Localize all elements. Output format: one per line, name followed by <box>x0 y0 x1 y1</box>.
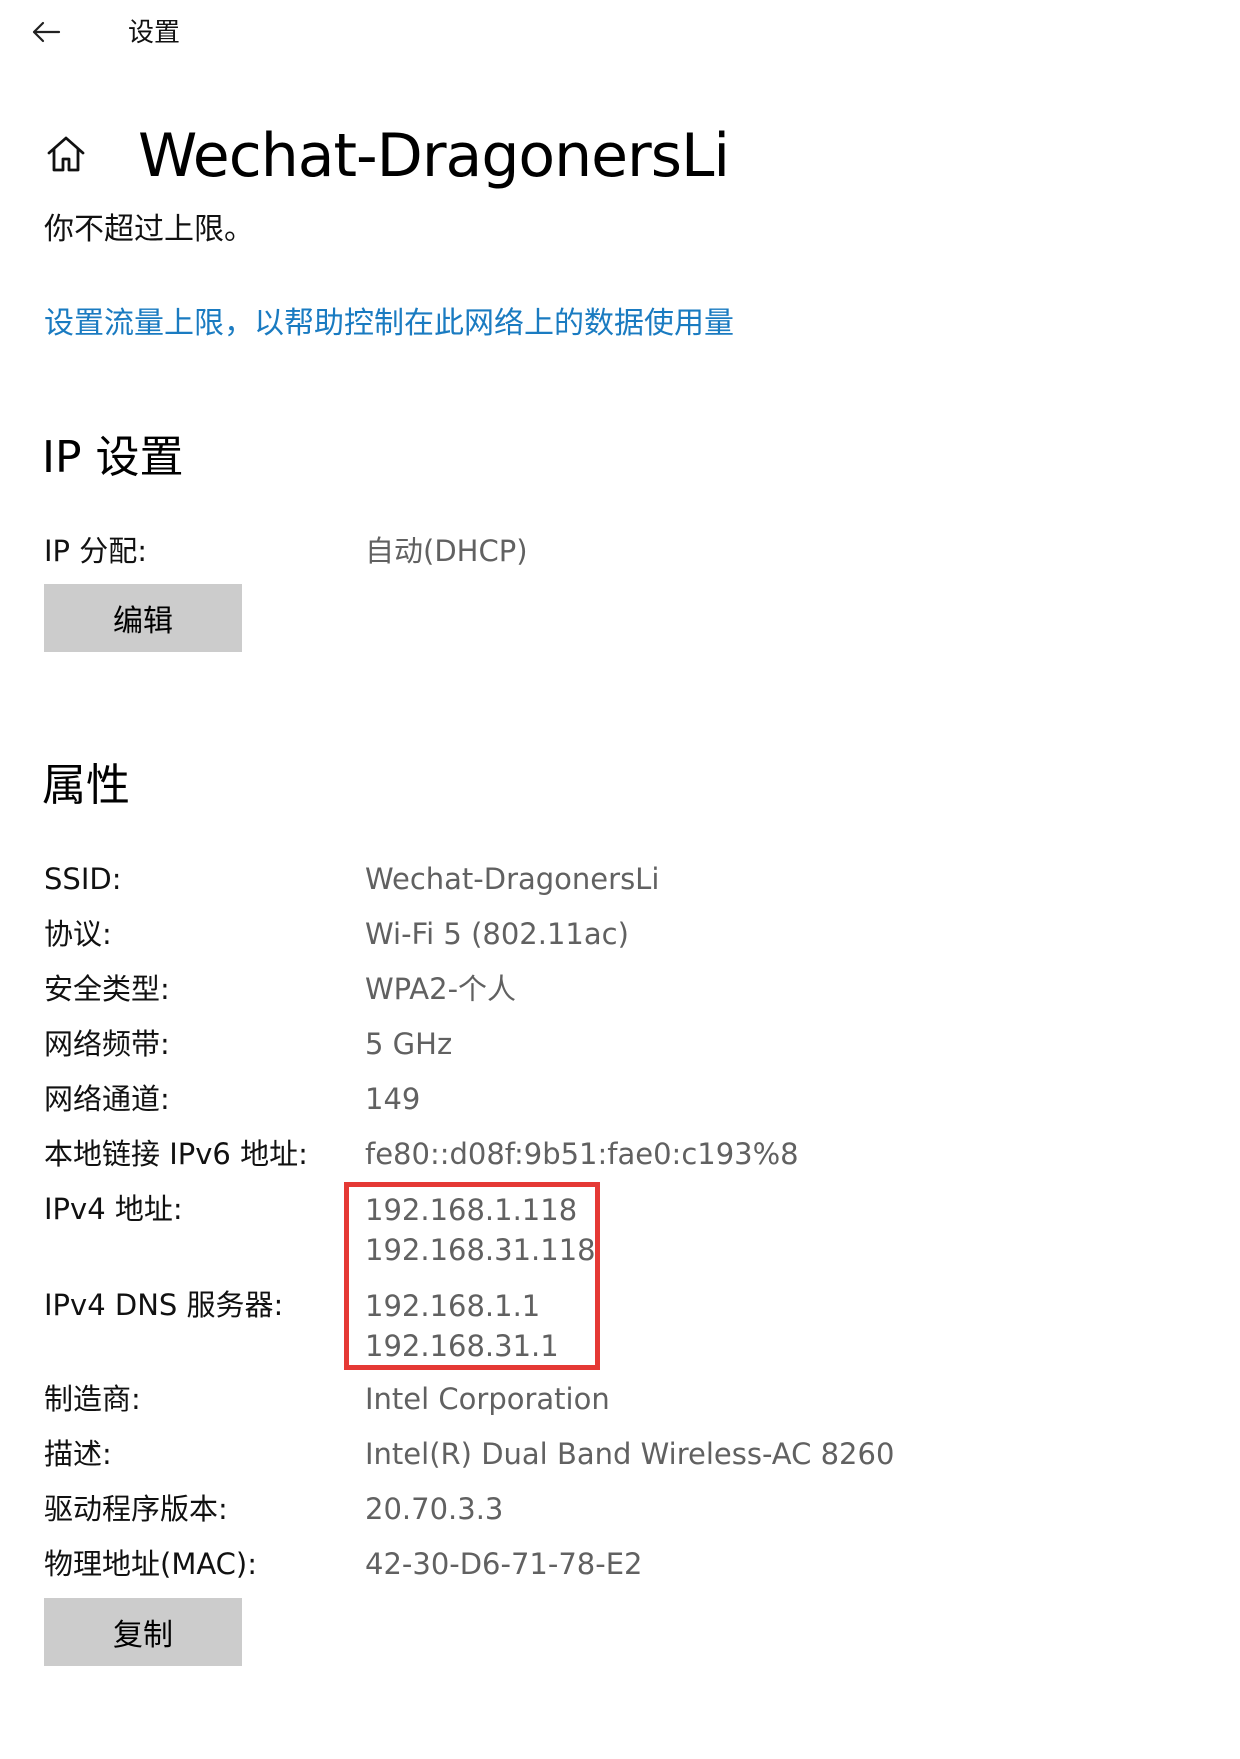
back-button[interactable] <box>26 12 66 52</box>
edit-button[interactable]: 编辑 <box>44 584 242 652</box>
description-label: 描述: <box>44 1437 112 1471</box>
manufacturer-label: 制造商: <box>44 1382 141 1416</box>
ssid-label: SSID: <box>44 862 122 896</box>
network-band-value: 5 GHz <box>365 1027 453 1061</box>
link-local-ipv6-value: fe80::d08f:9b51:fae0:c193%8 <box>365 1137 799 1171</box>
ipv4-dns-label: IPv4 DNS 服务器: <box>44 1288 284 1322</box>
set-data-limit-link[interactable]: 设置流量上限，以帮助控制在此网络上的数据使用量 <box>44 304 734 344</box>
ip-assignment-value: 自动(DHCP) <box>365 534 528 568</box>
home-icon[interactable] <box>44 132 88 176</box>
mac-address-value: 42-30-D6-71-78-E2 <box>365 1547 643 1581</box>
properties-heading: 属性 <box>42 760 130 811</box>
protocol-label: 协议: <box>44 917 112 951</box>
page-title: Wechat-DragonersLi <box>138 121 730 191</box>
description-value: Intel(R) Dual Band Wireless-AC 8260 <box>365 1437 895 1471</box>
network-band-label: 网络频带: <box>44 1027 170 1061</box>
manufacturer-value: Intel Corporation <box>365 1382 610 1416</box>
ssid-value: Wechat-DragonersLi <box>365 862 660 896</box>
security-type-label: 安全类型: <box>44 972 170 1006</box>
limit-status-text: 你不超过上限。 <box>44 212 254 247</box>
copy-button[interactable]: 复制 <box>44 1598 242 1666</box>
link-local-ipv6-label: 本地链接 IPv6 地址: <box>44 1137 308 1171</box>
protocol-value: Wi-Fi 5 (802.11ac) <box>365 917 629 951</box>
network-channel-value: 149 <box>365 1082 421 1116</box>
ip-assignment-label: IP 分配: <box>44 534 148 568</box>
security-type-value: WPA2-个人 <box>365 972 517 1006</box>
back-arrow-icon <box>32 21 61 43</box>
app-title: 设置 <box>128 18 181 48</box>
ipv4-address-label: IPv4 地址: <box>44 1192 183 1226</box>
driver-version-value: 20.70.3.3 <box>365 1492 504 1526</box>
highlight-annotation-box <box>344 1182 600 1370</box>
ip-settings-heading: IP 设置 <box>42 432 184 483</box>
driver-version-label: 驱动程序版本: <box>44 1492 228 1526</box>
network-channel-label: 网络通道: <box>44 1082 170 1116</box>
mac-address-label: 物理地址(MAC): <box>44 1547 257 1581</box>
